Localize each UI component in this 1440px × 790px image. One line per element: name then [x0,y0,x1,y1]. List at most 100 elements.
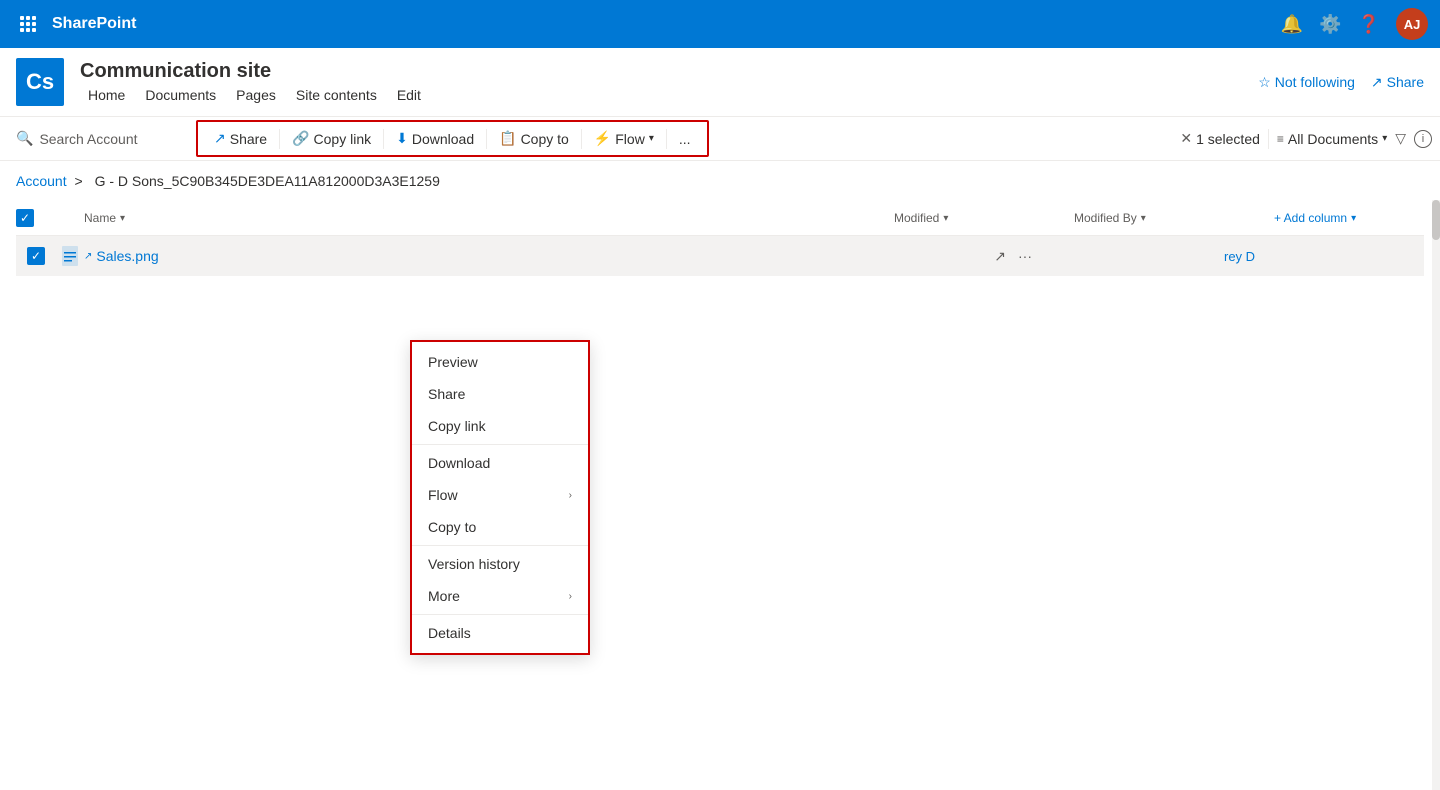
context-menu-copy-to[interactable]: Copy to [412,511,588,543]
close-selected-icon[interactable]: ✕ [1180,130,1192,147]
site-header: Cs Communication site Home Documents Pag… [0,48,1440,117]
context-menu-preview[interactable]: Preview [412,346,588,378]
filter-icon[interactable]: ▽ [1395,130,1406,147]
context-menu-version-history[interactable]: Version history [412,548,588,580]
nav-site-contents[interactable]: Site contents [288,85,385,105]
share-button[interactable]: ↗ Share [206,126,275,151]
waffle-icon[interactable] [12,8,44,40]
breadcrumb-separator: > [74,173,86,189]
add-column-chevron: ▾ [1351,213,1356,224]
flow-label: Flow [428,487,458,503]
nav-pages[interactable]: Pages [228,85,284,105]
site-nav: Home Documents Pages Site contents Edit [80,85,429,105]
context-menu: Preview Share Copy link Download Flow › … [410,340,590,655]
breadcrumb-account[interactable]: Account [16,173,67,189]
copy-to-label: Copy to [428,519,476,535]
modified-by-column-header[interactable]: Modified By ▾ [1074,211,1274,225]
row-checkbox[interactable]: ✓ [16,247,56,265]
modified-by-label: Modified By [1074,211,1137,225]
app-name: SharePoint [52,15,1281,33]
separator-3 [486,129,487,149]
search-icon: 🔍 [16,130,33,147]
site-header-left: Cs Communication site Home Documents Pag… [16,58,429,106]
copy-link-label: Copy link [314,131,372,147]
share-label: Share [428,386,465,402]
details-label: Details [428,625,471,641]
name-column-header[interactable]: Name ▾ [56,211,894,225]
context-menu-download[interactable]: Download [412,447,588,479]
menu-separator-3 [412,614,588,615]
nav-edit[interactable]: Edit [389,85,429,105]
copy-to-label: Copy to [521,131,569,147]
settings-icon[interactable]: ⚙️ [1319,14,1341,35]
context-menu-share[interactable]: Share [412,378,588,410]
toolbar-group: ↗ Share 🔗 Copy link ⬇ Download 📋 Copy to… [196,120,709,157]
separator-5 [666,129,667,149]
selected-count: 1 selected [1196,131,1260,147]
copy-to-button[interactable]: 📋 Copy to [491,126,577,151]
breadcrumb: Account > G - D Sons_5C90B345DE3DEA11A81… [0,161,1440,201]
preview-label: Preview [428,354,478,370]
avatar[interactable]: AJ [1396,8,1428,40]
file-type-icon [56,246,84,266]
site-title: Communication site [80,60,429,83]
command-bar: 🔍 Search Account ↗ Share 🔗 Copy link ⬇ D… [0,117,1440,161]
help-icon[interactable]: ❓ [1358,14,1380,35]
context-menu-more[interactable]: More › [412,580,588,612]
table-row: ✓ ↗ Sales.png ↗ ··· rey D [16,236,1424,276]
site-logo: Cs [16,58,64,106]
context-menu-details[interactable]: Details [412,617,588,649]
share-label: Share [1387,74,1424,90]
copy-link-button[interactable]: 🔗 Copy link [284,126,379,151]
share-btn-icon: ↗ [214,130,226,147]
copy-link-label: Copy link [428,418,486,434]
view-selector[interactable]: ≡ All Documents ▾ [1277,131,1387,147]
flow-button[interactable]: ⚡ Flow ▾ [586,126,662,151]
row-share-icon[interactable]: ↗ [990,246,1010,267]
document-list: ✓ Name ▾ Modified ▾ Modified By ▾ + Add … [0,201,1440,276]
not-following-button[interactable]: ☆ Not following [1258,74,1355,91]
download-icon: ⬇ [396,130,408,147]
nav-home[interactable]: Home [80,85,133,105]
nav-documents[interactable]: Documents [137,85,224,105]
view-chevron-icon: ▾ [1382,133,1387,144]
menu-separator-1 [412,444,588,445]
context-menu-flow[interactable]: Flow › [412,479,588,511]
breadcrumb-path: G - D Sons_5C90B345DE3DEA11A812000D3A3E1… [95,173,440,189]
search-area[interactable]: 🔍 Search Account [8,130,188,147]
version-history-label: Version history [428,556,520,572]
more-button[interactable]: ... [671,127,699,151]
download-label: Download [428,455,490,471]
more-label: More [428,588,460,604]
copy-link-icon: 🔗 [292,130,309,147]
row-more-icon[interactable]: ··· [1014,246,1036,266]
info-icon[interactable]: i [1414,130,1432,148]
site-header-right: ☆ Not following ↗ Share [1258,74,1424,91]
separator-4 [581,129,582,149]
site-share-button[interactable]: ↗ Share [1371,74,1424,91]
copy-to-icon: 📋 [499,130,516,147]
download-button[interactable]: ⬇ Download [388,126,482,151]
name-label: Name [84,211,116,225]
modified-by-cell: rey D [1224,249,1424,264]
top-bar-right: 🔔 ⚙️ ❓ AJ [1281,8,1428,40]
modified-column-header[interactable]: Modified ▾ [894,211,1074,225]
more-label: ... [679,131,691,147]
flow-label: Flow [615,131,645,147]
separator-1 [279,129,280,149]
share-icon: ↗ [1371,74,1383,91]
scrollbar-track[interactable] [1432,200,1440,790]
share-btn-label: Share [230,131,267,147]
top-bar: SharePoint 🔔 ⚙️ ❓ AJ [0,0,1440,48]
notifications-icon[interactable]: 🔔 [1281,14,1303,35]
add-column-header[interactable]: + Add column ▾ [1274,211,1424,225]
modified-label: Modified [894,211,939,225]
row-actions: ↗ ··· [990,246,1036,267]
flow-icon: ⚡ [594,130,611,147]
file-name-cell[interactable]: ↗ Sales.png [84,248,990,264]
scrollbar-thumb[interactable] [1432,200,1440,240]
add-column-label: + Add column [1274,211,1347,225]
file-name-text: Sales.png [96,248,158,264]
check-all-checkbox[interactable]: ✓ [16,209,34,227]
context-menu-copy-link[interactable]: Copy link [412,410,588,442]
